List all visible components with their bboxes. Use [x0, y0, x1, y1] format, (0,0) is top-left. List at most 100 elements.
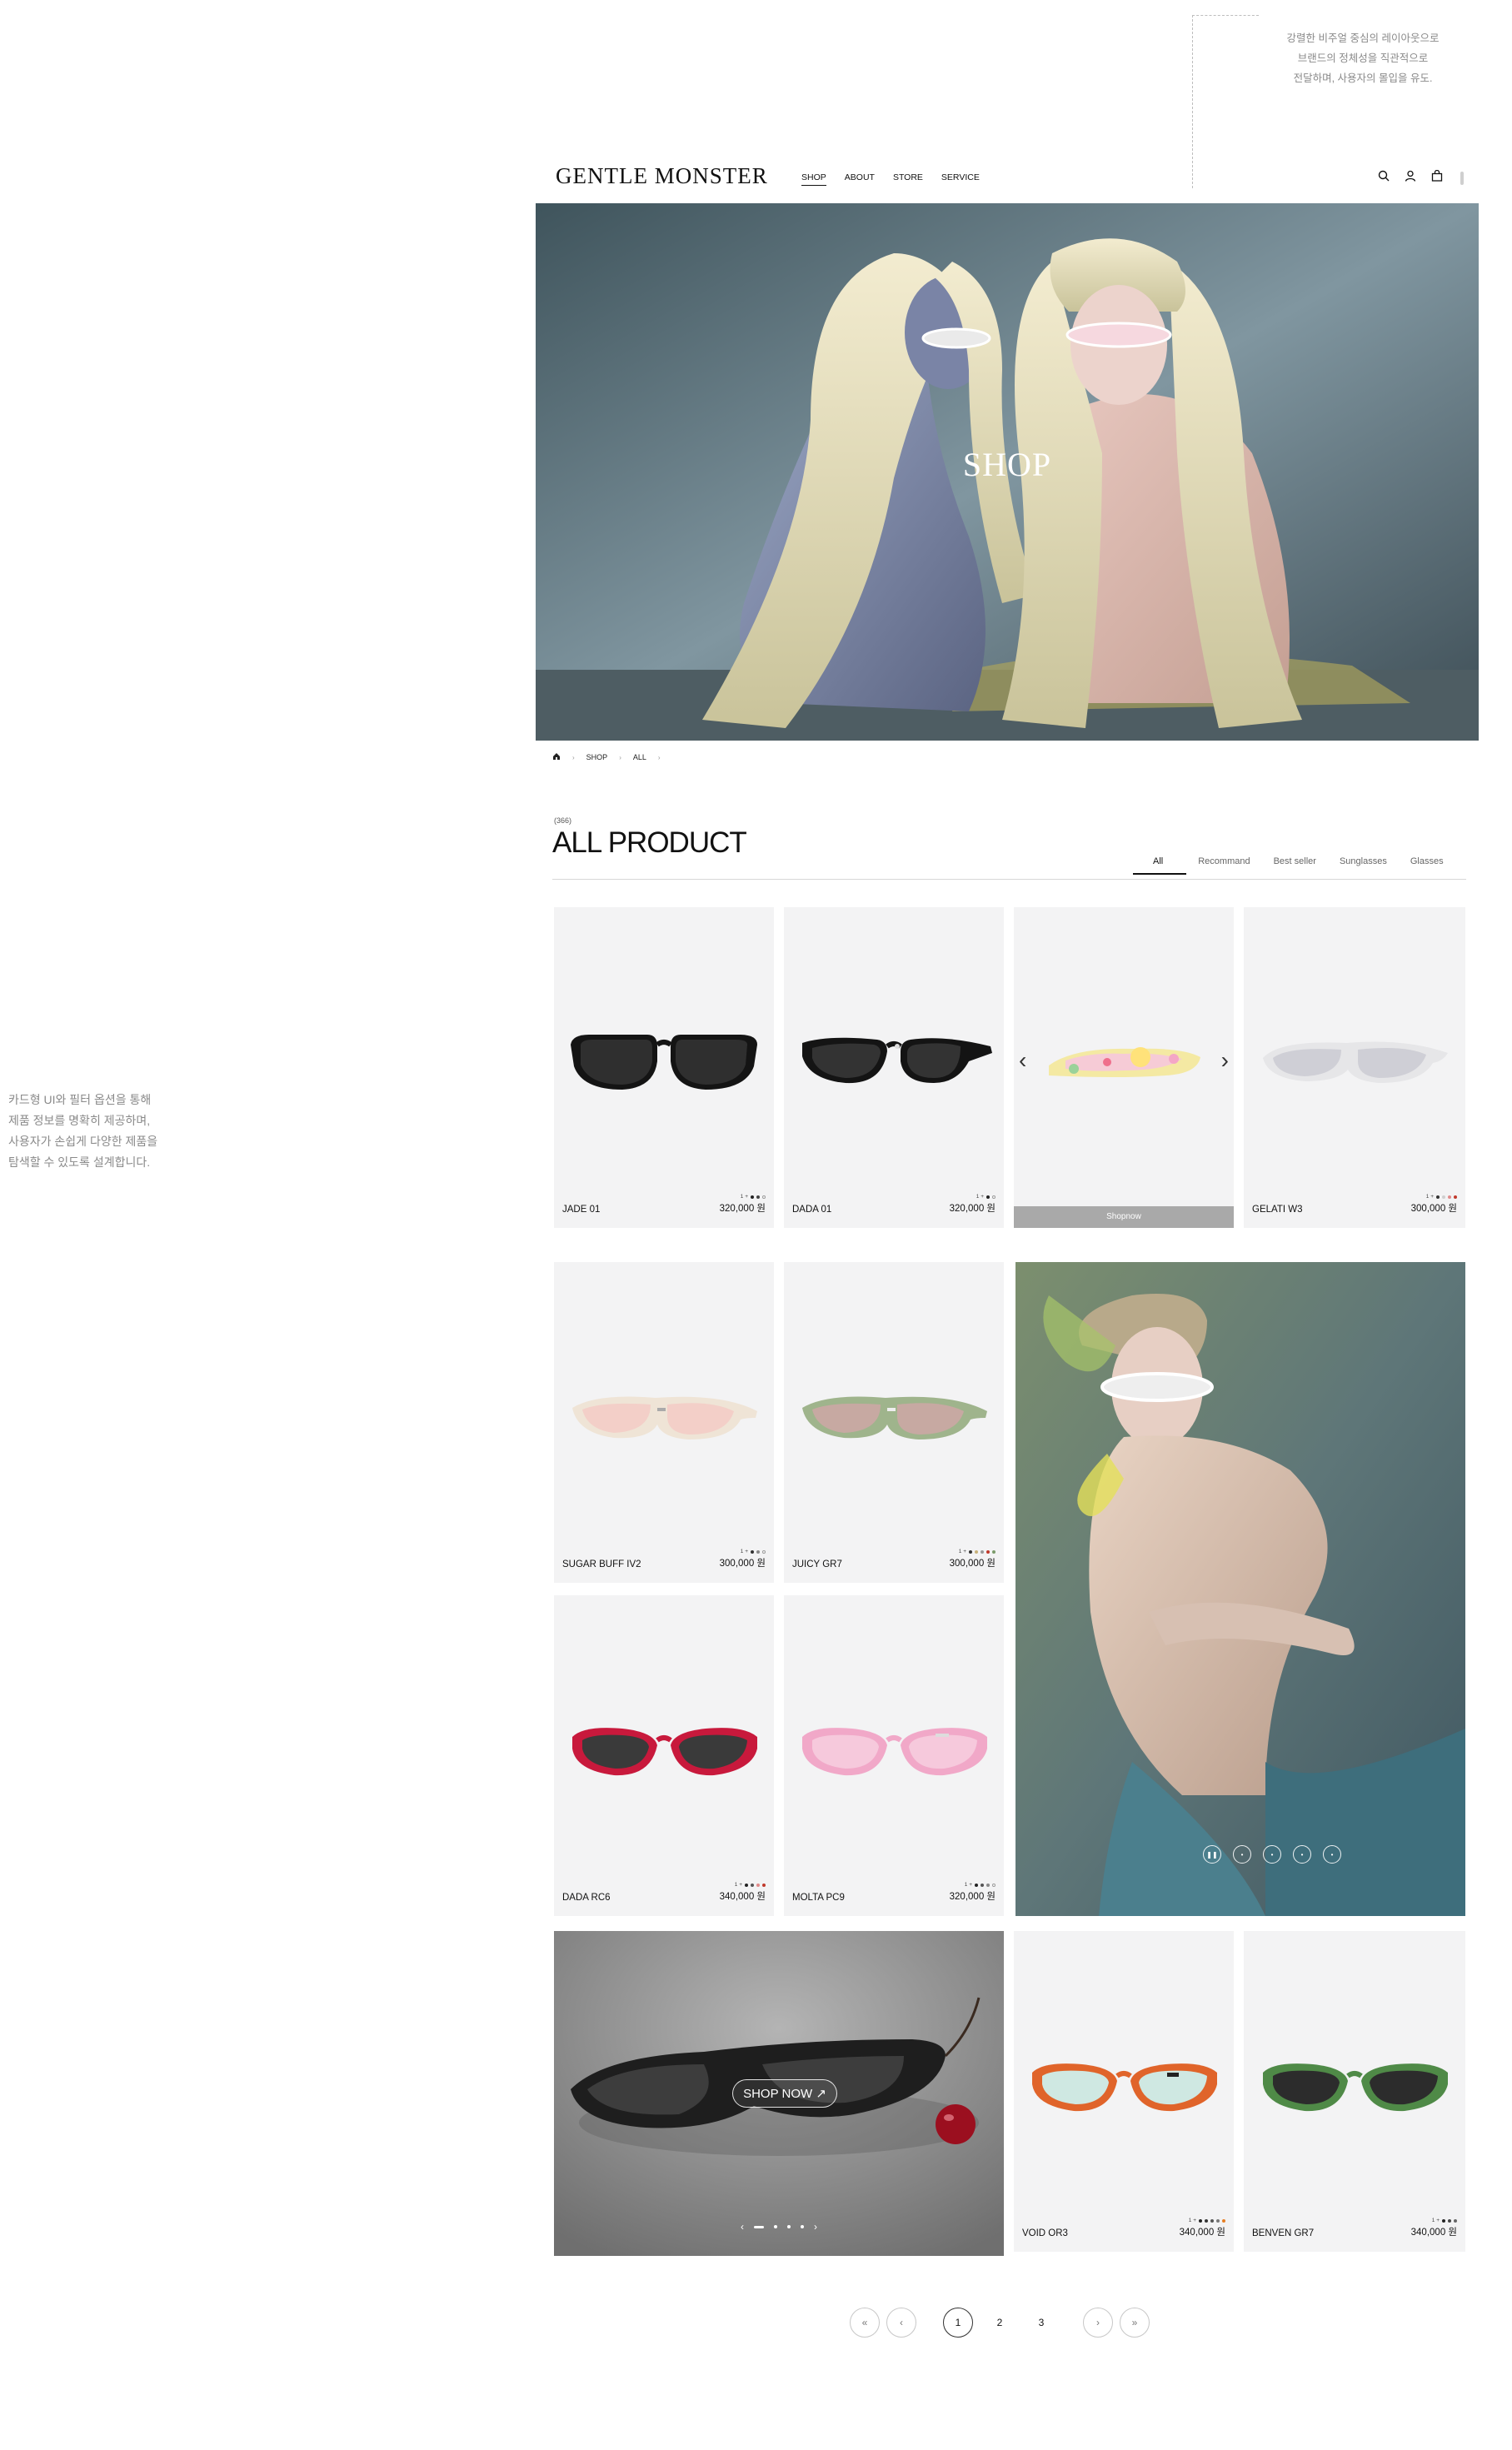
pager-dot[interactable]: [801, 2225, 804, 2228]
prev-page-button[interactable]: ‹: [886, 2308, 916, 2338]
product-card[interactable]: 1 + JUICY GR7 300,000 원: [784, 1262, 1004, 1583]
carousel-dot[interactable]: •: [1263, 1845, 1281, 1864]
page-1[interactable]: 1: [943, 2308, 973, 2338]
color-dot[interactable]: [1205, 2218, 1208, 2223]
bag-icon[interactable]: [1431, 170, 1443, 182]
product-price: 320,000 원: [949, 1892, 996, 1902]
breadcrumb-shop[interactable]: SHOP: [586, 753, 608, 761]
color-dot[interactable]: [1442, 1195, 1445, 1199]
color-dot[interactable]: [745, 1883, 748, 1887]
annotation-text: 탐색할 수 있도록 설계합니다.: [8, 1155, 151, 1169]
next-page-button[interactable]: ›: [1083, 2308, 1113, 2338]
product-price: 300,000 원: [949, 1559, 996, 1569]
color-dot[interactable]: [1454, 1195, 1457, 1199]
brand-logo[interactable]: GENTLE MONSTER: [556, 163, 768, 189]
color-swatches: 1 +: [1432, 2218, 1457, 2223]
color-dot[interactable]: [981, 1549, 984, 1554]
product-card[interactable]: 1 + SUGAR BUFF IV2 300,000 원: [554, 1262, 774, 1583]
sunglasses-image: [802, 1037, 992, 1083]
breadcrumb-all[interactable]: ALL: [633, 753, 646, 761]
color-dot[interactable]: [751, 1883, 754, 1887]
color-dot[interactable]: [762, 1883, 766, 1887]
product-card[interactable]: 1 + VOID OR3 340,000 원: [1014, 1931, 1234, 2252]
breadcrumb: › SHOP › ALL ›: [552, 752, 661, 762]
pause-icon[interactable]: ❚❚: [1203, 1845, 1221, 1864]
chevron-right-icon[interactable]: ›: [1221, 1047, 1229, 1074]
color-dot[interactable]: [1210, 2218, 1214, 2223]
scrollbar[interactable]: [1460, 172, 1464, 185]
color-dot[interactable]: [756, 1883, 760, 1887]
chevron-left-icon[interactable]: ‹: [1019, 1047, 1026, 1074]
color-dot[interactable]: [992, 1883, 996, 1887]
product-card[interactable]: 1 + GELATI W3 300,000 원: [1244, 907, 1465, 1228]
filter-divider: [552, 879, 1466, 880]
nav-store[interactable]: STORE: [893, 172, 923, 186]
promo-banner[interactable]: SHOP NOW ↗ ‹ ›: [554, 1931, 1004, 2256]
banner-pager: ‹ ›: [741, 2221, 817, 2233]
product-name: SUGAR BUFF IV2: [562, 1559, 641, 1569]
campaign-image[interactable]: ❚❚ • • • •: [1015, 1262, 1465, 1916]
color-dot[interactable]: [1436, 1195, 1440, 1199]
color-dot[interactable]: [986, 1549, 990, 1554]
color-dot[interactable]: [992, 1195, 996, 1199]
color-dot[interactable]: [751, 1195, 754, 1199]
color-dot[interactable]: [1199, 2218, 1202, 2223]
product-card[interactable]: 1 + JADE 01 320,000 원: [554, 907, 774, 1228]
shop-now-button[interactable]: SHOP NOW ↗: [732, 2079, 837, 2108]
home-icon[interactable]: [552, 752, 561, 762]
nav-shop[interactable]: SHOP: [801, 172, 826, 186]
sunglasses-image: [1032, 2063, 1217, 2111]
nav-about[interactable]: ABOUT: [845, 172, 875, 186]
product-card-carousel[interactable]: ‹ › Shopnow: [1014, 907, 1234, 1228]
chevron-left-icon[interactable]: ‹: [741, 2221, 744, 2233]
color-dot[interactable]: [975, 1549, 978, 1554]
chevron-right-icon[interactable]: ›: [814, 2221, 817, 2233]
tab-sunglasses[interactable]: Sunglasses: [1328, 856, 1399, 875]
color-dot[interactable]: [762, 1549, 766, 1554]
annotation-text: 카드형 UI와 필터 옵션을 통해: [8, 1093, 152, 1106]
product-card[interactable]: 1 + MOLTA PC9 320,000 원: [784, 1595, 1004, 1916]
product-card[interactable]: 1 + BENVEN GR7 340,000 원: [1244, 1931, 1465, 2252]
chevron-right-icon: ›: [619, 753, 621, 761]
pager-active[interactable]: [754, 2225, 764, 2228]
color-dot[interactable]: [1222, 2218, 1225, 2223]
user-icon[interactable]: [1405, 170, 1416, 182]
page-3[interactable]: 3: [1026, 2308, 1056, 2338]
tab-all[interactable]: All: [1133, 856, 1187, 875]
color-dot[interactable]: [756, 1195, 760, 1199]
color-dot[interactable]: [756, 1549, 760, 1554]
color-dot[interactable]: [1216, 2218, 1220, 2223]
color-dot[interactable]: [986, 1195, 990, 1199]
page-2[interactable]: 2: [985, 2308, 1015, 2338]
sunglasses-image: [1049, 1046, 1200, 1077]
color-dot[interactable]: [762, 1195, 766, 1199]
carousel-dot[interactable]: •: [1233, 1845, 1251, 1864]
product-card[interactable]: 1 + DADA 01 320,000 원: [784, 907, 1004, 1228]
color-dot[interactable]: [975, 1883, 978, 1887]
tab-best-seller[interactable]: Best seller: [1262, 856, 1328, 875]
color-dot[interactable]: [981, 1883, 984, 1887]
tab-glasses[interactable]: Glasses: [1399, 856, 1455, 875]
first-page-button[interactable]: «: [850, 2308, 880, 2338]
color-dot[interactable]: [992, 1549, 996, 1554]
color-swatches: 1 +: [741, 1549, 766, 1554]
tab-recommand[interactable]: Recommand: [1186, 856, 1261, 875]
carousel-dot[interactable]: •: [1293, 1845, 1311, 1864]
product-card[interactable]: 1 + DADA RC6 340,000 원: [554, 1595, 774, 1916]
last-page-button[interactable]: »: [1120, 2308, 1150, 2338]
search-icon[interactable]: [1378, 170, 1390, 182]
product-price: 340,000 원: [1179, 2228, 1225, 2238]
nav-service[interactable]: SERVICE: [941, 172, 980, 186]
color-dot[interactable]: [1448, 1195, 1451, 1199]
color-dot[interactable]: [1442, 2218, 1445, 2223]
product-price: 320,000 원: [719, 1204, 766, 1214]
pager-dot[interactable]: [787, 2225, 791, 2228]
color-dot[interactable]: [986, 1883, 990, 1887]
color-dot[interactable]: [1454, 2218, 1457, 2223]
color-dot[interactable]: [751, 1549, 754, 1554]
pager-dot[interactable]: [774, 2225, 777, 2228]
shopnow-button[interactable]: Shopnow: [1014, 1206, 1234, 1228]
color-dot[interactable]: [1448, 2218, 1451, 2223]
carousel-dot[interactable]: •: [1323, 1845, 1341, 1864]
color-dot[interactable]: [969, 1549, 972, 1554]
